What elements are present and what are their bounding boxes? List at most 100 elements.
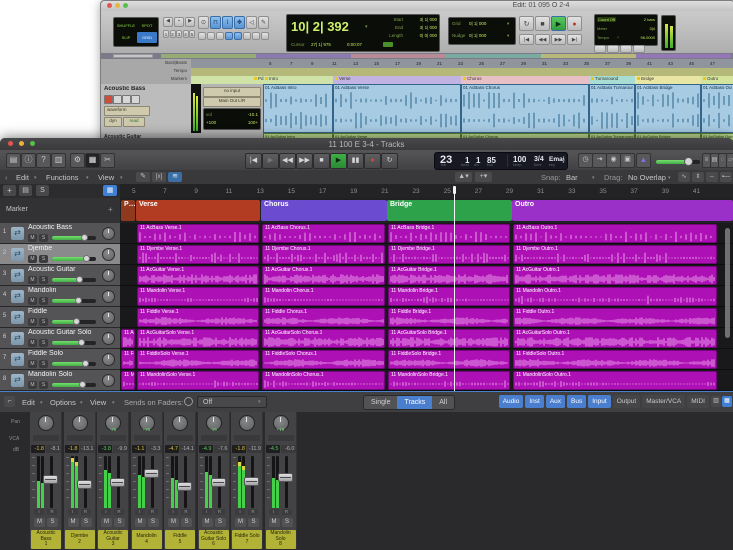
command-click-tool[interactable]: +▾ <box>475 172 492 182</box>
track-header-2[interactable]: 2⇄DjembeMS <box>0 244 120 265</box>
audio-region[interactable]: 01 AcBass Bridge <box>635 84 701 133</box>
section-marker-outro[interactable]: Outro <box>512 200 733 221</box>
cycle-button[interactable]: ↻ <box>381 153 398 169</box>
zoom-preset-4[interactable]: 4 <box>183 30 189 38</box>
audio-region[interactable]: 11 AcGuitarSolo Chorus.1 <box>262 329 385 348</box>
audio-region[interactable]: 01 AcBass Turnaround <box>589 84 635 133</box>
mute-button[interactable]: M <box>235 518 246 527</box>
mute-button[interactable]: M <box>28 234 37 242</box>
capture-icon[interactable]: ◉ <box>606 153 621 168</box>
countoff-label[interactable]: Count Off <box>597 17 616 22</box>
detach-icon[interactable]: ⌐ <box>4 396 15 407</box>
track-header-config-button[interactable]: ▦ <box>103 185 117 196</box>
mixer-tab-single[interactable]: Single <box>364 396 397 409</box>
filter-bus[interactable]: Bus <box>567 395 586 408</box>
solo-button[interactable]: S <box>148 518 159 527</box>
audio-region[interactable]: 11 AcBass Outro.1 <box>513 224 717 243</box>
volume-slider[interactable] <box>52 320 96 324</box>
session-setup-button[interactable] <box>633 45 645 53</box>
record-enable-button[interactable]: R <box>181 509 191 515</box>
solo-button[interactable]: S <box>39 297 48 305</box>
strip-name-label[interactable]: Acoustic Guitar3 <box>98 530 128 549</box>
dyn-button[interactable]: dyn <box>104 117 122 127</box>
automation-icon[interactable]: ✎ <box>136 172 150 182</box>
audio-region[interactable]: 11 MandolinSolo Verse.1 <box>137 371 259 390</box>
edit-option-button[interactable] <box>225 32 233 40</box>
audio-region[interactable]: 11 Djembe Bridge.1 <box>388 245 510 264</box>
filter-master-vca[interactable]: Master/VCA <box>642 395 685 408</box>
pause-button[interactable]: ▮▮ <box>347 153 364 169</box>
pan-knob[interactable] <box>102 227 115 240</box>
edit-option-button[interactable] <box>207 32 215 40</box>
record-enable-button[interactable]: R <box>282 509 292 515</box>
volume-knob[interactable] <box>79 381 86 388</box>
solo-header-button[interactable]: S <box>36 185 49 196</box>
stop-button[interactable]: ■ <box>535 16 550 31</box>
edit-option-button[interactable] <box>261 32 269 40</box>
nudge-value[interactable]: 0| 1| 000 <box>469 33 486 38</box>
input-monitor-button[interactable]: I <box>235 509 245 515</box>
mute-button[interactable]: M <box>68 518 79 527</box>
pan-right-value[interactable]: 100+ <box>248 120 258 125</box>
input-monitor-button[interactable]: I <box>101 509 111 515</box>
edit-option-button[interactable] <box>198 32 206 40</box>
track-header-4[interactable]: 4⇄MandolinMS <box>0 286 120 307</box>
mixer-tab-tracks[interactable]: Tracks <box>397 396 432 409</box>
add-marker-button[interactable]: + <box>108 205 113 214</box>
record-enable-button[interactable]: R <box>248 509 258 515</box>
rewind-button[interactable]: ◀◀ <box>279 153 296 169</box>
audio-region[interactable]: 11 AcGuitarSolo Verse.1 <box>137 329 259 348</box>
marker-turnaround[interactable]: Turnaround <box>591 76 618 81</box>
grid-value[interactable]: 0| 1| 000 <box>469 21 486 26</box>
audio-region[interactable]: 11 FiddleSolo Chorus.1 <box>262 350 385 369</box>
filter-audio[interactable]: Audio <box>499 395 524 408</box>
marker-outro[interactable]: Outro <box>703 76 718 81</box>
volume-knob[interactable] <box>684 157 693 166</box>
audio-region[interactable]: 11 AcGuitarSolo Bridge.1 <box>388 329 510 348</box>
play-button[interactable]: ▶ <box>330 153 347 169</box>
audio-region[interactable]: 11 Mandolin Outro.1 <box>513 287 717 306</box>
strip-name-label[interactable]: Acoustic Bass1 <box>31 530 61 549</box>
solo-button[interactable]: S <box>39 318 48 326</box>
mute-button[interactable]: M <box>28 381 37 389</box>
pan-knob[interactable] <box>172 415 188 431</box>
edit-option-button[interactable] <box>252 32 260 40</box>
volume-slider[interactable] <box>52 236 96 240</box>
mute-button[interactable]: M <box>28 339 37 347</box>
track-header-1[interactable]: 1⇄Acoustic BassMS <box>0 223 120 244</box>
record-enable-button[interactable]: R <box>148 509 158 515</box>
audio-region[interactable]: 11 MandolinSolo Bridge.1 <box>388 371 510 390</box>
automation-mode-button[interactable]: read <box>123 117 145 127</box>
section-marker-verse[interactable]: Verse <box>136 200 260 221</box>
strip-name-label[interactable]: Acoustic Guitar Solo6 <box>199 530 229 549</box>
menu-edit[interactable]: Edit <box>16 173 29 182</box>
strip-name-label[interactable]: Fiddle5 <box>165 530 195 549</box>
zoom-arrow-icon[interactable]: ▪ <box>174 17 184 27</box>
edit-option-button[interactable] <box>216 32 224 40</box>
channel-strip-6[interactable]: -19-4.9-7.6IRMSAcoustic Guitar Solo6 <box>198 412 230 549</box>
audio-region[interactable]: 11 Fiddle Verse.1 <box>137 308 259 327</box>
inspector-icon[interactable]: ⓘ <box>21 153 36 168</box>
audio-region[interactable]: 11 Djembe Outro.1 <box>513 245 717 264</box>
fader-cap[interactable] <box>177 482 192 491</box>
ruler-label-1[interactable]: Tempo <box>173 68 187 73</box>
toolbar-icon[interactable]: ▥ <box>51 153 66 168</box>
menu-view[interactable]: View <box>98 173 114 182</box>
fader-cap[interactable] <box>110 478 125 487</box>
audio-region[interactable]: 11 Fid <box>121 350 135 369</box>
audio-region[interactable]: 11 MandolinSolo Chorus.1 <box>262 371 385 390</box>
selector-tool[interactable]: I <box>222 16 233 29</box>
filter-midi[interactable]: MIDI <box>687 395 709 408</box>
audio-region[interactable]: 11 MandolinSolo Outro.1 <box>513 371 717 390</box>
channel-strip-4[interactable]: +26-1.1-3.3IRMSMandolin4 <box>131 412 163 549</box>
edit-mode-slip[interactable]: SLIP <box>116 32 136 43</box>
goto-end-button[interactable]: ▶| <box>567 34 582 45</box>
fader-cap[interactable] <box>144 469 159 478</box>
volume-knob[interactable] <box>82 360 89 367</box>
pencil-tool[interactable]: ✎ <box>258 16 269 29</box>
track-view-selector[interactable]: waveform <box>104 106 150 116</box>
volume-slider[interactable] <box>52 383 96 387</box>
session-setup-button[interactable] <box>607 45 619 53</box>
audio-region[interactable]: 01 AcBass Chorus <box>461 84 589 133</box>
fast-forward-button[interactable]: ▶▶ <box>296 153 313 169</box>
